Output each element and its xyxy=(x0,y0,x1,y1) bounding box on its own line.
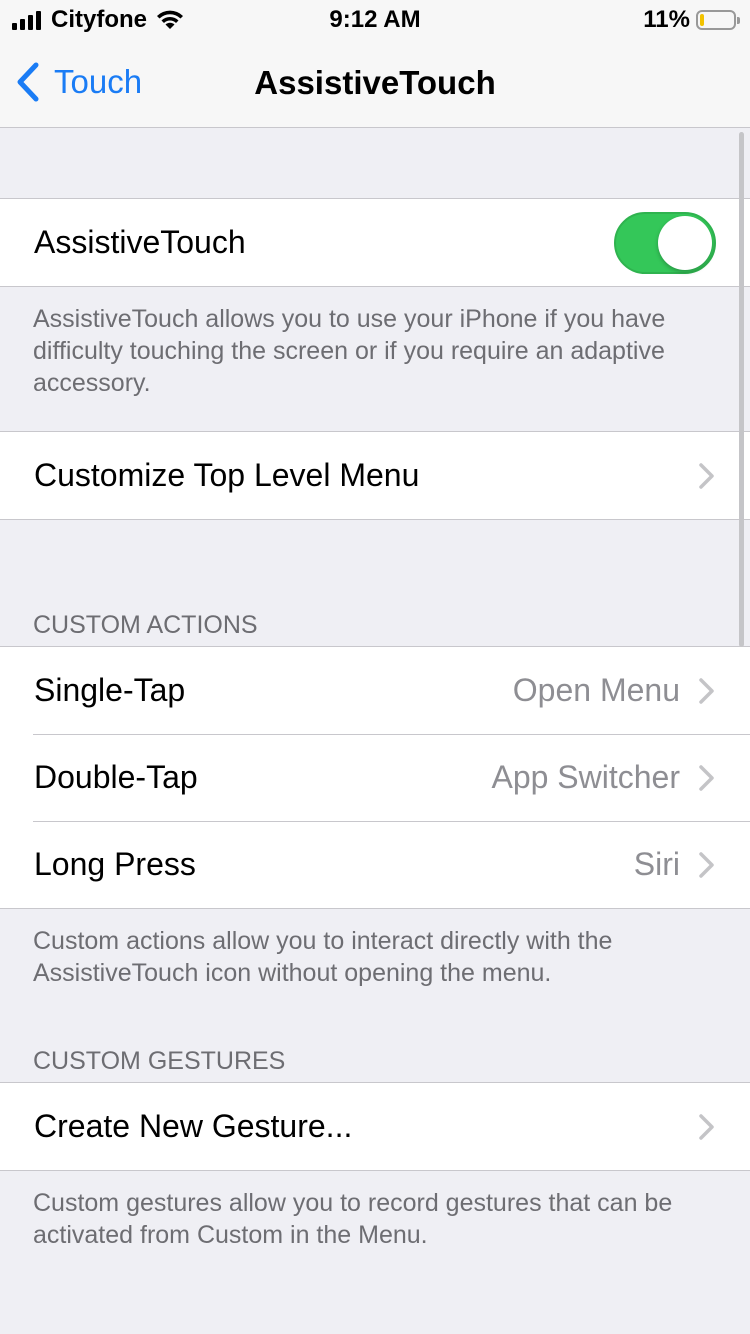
custom-gestures-group: Create New Gesture... xyxy=(0,1082,750,1171)
create-new-gesture-row[interactable]: Create New Gesture... xyxy=(0,1083,750,1170)
assistive-touch-group: AssistiveTouch xyxy=(0,198,750,287)
toggle-knob xyxy=(658,215,712,270)
single-tap-label: Single-Tap xyxy=(34,672,186,708)
battery-percent: 11% xyxy=(643,6,690,33)
chevron-right-icon xyxy=(699,677,714,704)
double-tap-row[interactable]: Double-Tap App Switcher xyxy=(0,734,750,821)
battery-fill xyxy=(700,14,704,26)
custom-actions-group: Single-Tap Open Menu Double-Tap App Swit… xyxy=(0,646,750,909)
settings-content: AssistiveTouch AssistiveTouch allows you… xyxy=(0,128,750,1251)
long-press-row[interactable]: Long Press Siri xyxy=(0,821,750,908)
chevron-right-icon xyxy=(699,1113,714,1140)
create-new-gesture-label: Create New Gesture... xyxy=(34,1108,353,1144)
customize-top-level-menu-label: Customize Top Level Menu xyxy=(34,457,420,493)
double-tap-value: App Switcher xyxy=(491,759,680,795)
custom-gestures-footer: Custom gestures allow you to record gest… xyxy=(33,1189,673,1249)
assistive-touch-toggle[interactable] xyxy=(614,211,716,274)
long-press-label: Long Press xyxy=(34,846,196,882)
battery-icon xyxy=(696,10,740,30)
single-tap-row[interactable]: Single-Tap Open Menu xyxy=(0,647,750,734)
status-right: 11% xyxy=(643,6,740,34)
custom-actions-header: CUSTOM ACTIONS xyxy=(33,611,258,639)
chevron-right-icon xyxy=(699,851,714,878)
long-press-value: Siri xyxy=(633,846,680,882)
custom-gestures-header: CUSTOM GESTURES xyxy=(33,1047,286,1075)
navigation-bar: Touch AssistiveTouch xyxy=(0,40,750,128)
customize-menu-group: Customize Top Level Menu xyxy=(0,431,750,520)
page-title: AssistiveTouch xyxy=(254,64,496,101)
chevron-right-icon xyxy=(699,462,714,489)
custom-actions-footer: Custom actions allow you to interact dir… xyxy=(33,927,613,987)
assistive-touch-description: AssistiveTouch allows you to use your iP… xyxy=(33,305,666,397)
assistive-touch-row: AssistiveTouch xyxy=(0,199,750,286)
chevron-right-icon xyxy=(699,764,714,791)
assistive-touch-label: AssistiveTouch xyxy=(34,224,246,260)
single-tap-value: Open Menu xyxy=(512,672,680,708)
double-tap-label: Double-Tap xyxy=(34,759,198,795)
status-bar: Cityfone 9:12 AM 11% xyxy=(0,0,750,40)
status-time: 9:12 AM xyxy=(329,6,421,33)
scrollbar[interactable] xyxy=(739,132,744,647)
customize-top-level-menu-row[interactable]: Customize Top Level Menu xyxy=(0,432,750,519)
